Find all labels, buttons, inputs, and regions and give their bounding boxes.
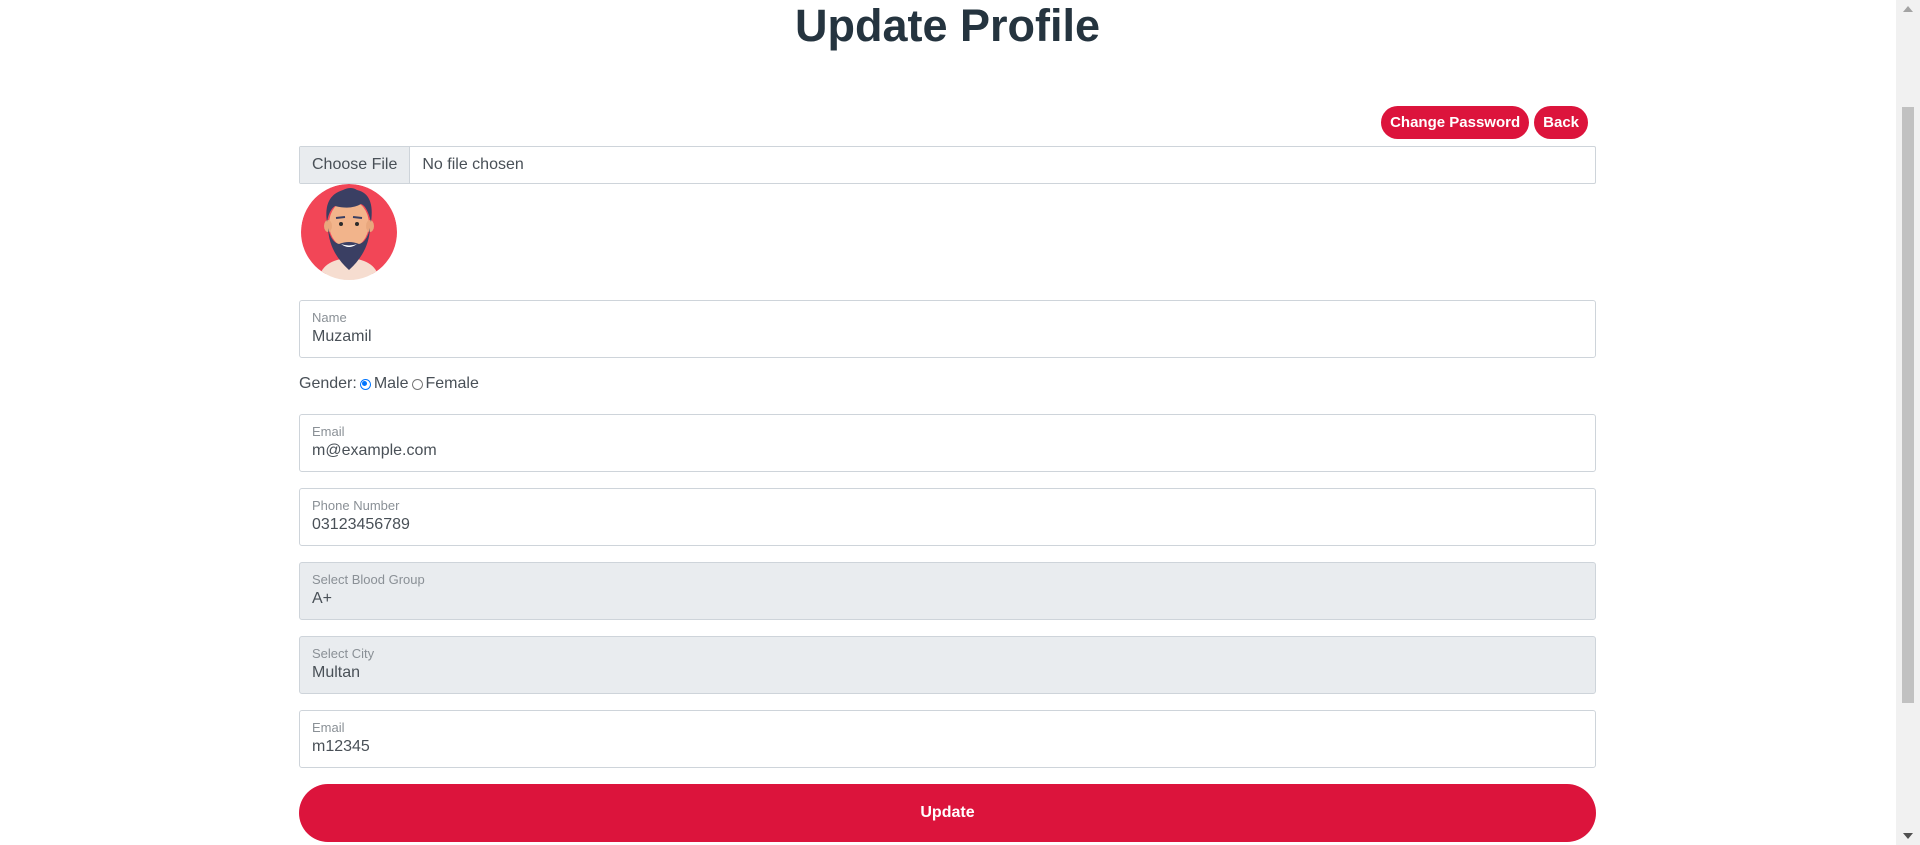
- phone-field[interactable]: Phone Number 03123456789: [299, 488, 1596, 546]
- scroll-down-arrow-icon[interactable]: [1903, 833, 1913, 839]
- email-value[interactable]: m@example.com: [312, 442, 437, 460]
- blood-group-select[interactable]: Select Blood Group A+: [299, 562, 1596, 620]
- gender-female-label[interactable]: Female: [426, 375, 479, 393]
- back-button[interactable]: Back: [1534, 106, 1588, 139]
- gender-male-label[interactable]: Male: [374, 375, 409, 393]
- update-button[interactable]: Update: [299, 784, 1596, 842]
- email-field[interactable]: Email m@example.com: [299, 414, 1596, 472]
- profile-image-file-input[interactable]: Choose File No file chosen: [299, 146, 1596, 184]
- city-value[interactable]: Multan: [312, 664, 360, 682]
- password-label: Email: [312, 720, 345, 735]
- password-field[interactable]: Email m12345: [299, 710, 1596, 768]
- change-password-button[interactable]: Change Password: [1381, 106, 1530, 139]
- bearded-man-avatar-icon: [301, 184, 397, 280]
- name-field[interactable]: Name Muzamil: [299, 300, 1596, 358]
- gender-group: Gender: Male Female: [299, 375, 479, 393]
- city-select[interactable]: Select City Multan: [299, 636, 1596, 694]
- blood-group-value[interactable]: A+: [312, 590, 332, 608]
- password-value[interactable]: m12345: [312, 738, 370, 756]
- gender-male-radio[interactable]: [359, 378, 371, 390]
- email-label: Email: [312, 424, 345, 439]
- phone-label: Phone Number: [312, 498, 400, 513]
- avatar: [301, 184, 397, 280]
- top-actions: Change Password Back: [1381, 106, 1588, 139]
- gender-label: Gender:: [299, 375, 357, 392]
- city-label: Select City: [312, 646, 375, 661]
- choose-file-button[interactable]: Choose File: [300, 147, 411, 183]
- name-label: Name: [312, 310, 347, 325]
- scrollbar-thumb[interactable]: [1902, 107, 1914, 703]
- scroll-up-arrow-icon[interactable]: [1903, 6, 1913, 12]
- profile-form-container: Change Password Back Choose File No file…: [299, 0, 1596, 845]
- file-status-text: No file chosen: [422, 156, 524, 173]
- vertical-scrollbar[interactable]: [1896, 0, 1920, 845]
- name-value[interactable]: Muzamil: [312, 328, 372, 346]
- phone-value[interactable]: 03123456789: [312, 516, 410, 534]
- blood-group-label: Select Blood Group: [312, 572, 425, 587]
- gender-female-radio[interactable]: [411, 378, 423, 390]
